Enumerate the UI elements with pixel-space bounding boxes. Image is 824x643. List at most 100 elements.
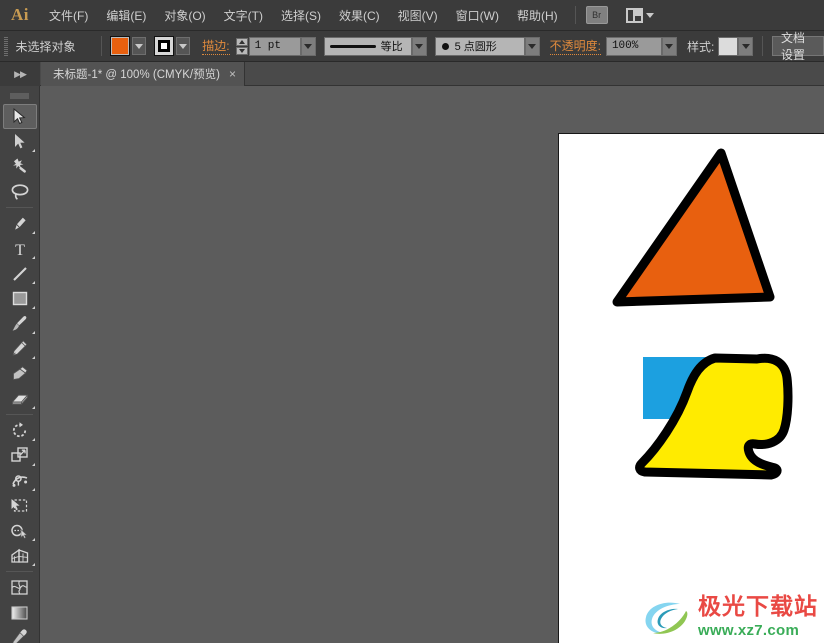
- menu-item-help[interactable]: 帮助(H): [508, 3, 567, 28]
- close-icon[interactable]: ×: [229, 67, 236, 81]
- scale-tool[interactable]: [3, 443, 37, 468]
- control-bar-grip[interactable]: [4, 36, 8, 56]
- gradient-tool[interactable]: [3, 600, 37, 625]
- direct-selection-tool[interactable]: [3, 129, 37, 154]
- menu-item-edit[interactable]: 编辑(E): [97, 3, 155, 28]
- collapse-panel-icon: ▶▶: [14, 68, 27, 79]
- eraser-tool[interactable]: [3, 386, 37, 411]
- watermark: 极光下载站 www.xz7.com: [640, 595, 818, 639]
- canvas-area[interactable]: [40, 86, 824, 643]
- arrange-documents-button[interactable]: [625, 7, 654, 23]
- pen-tool[interactable]: [3, 211, 37, 236]
- control-divider-2: [762, 36, 763, 56]
- illustrator-window: Ai 文件(F) 编辑(E) 对象(O) 文字(T) 选择(S) 效果(C) 视…: [0, 0, 824, 643]
- fill-color-swatch[interactable]: [110, 36, 131, 56]
- stroke-profile-control[interactable]: 等比: [323, 36, 427, 56]
- menu-item-window[interactable]: 窗口(W): [447, 3, 508, 28]
- control-bar: 未选择对象 描边: 1 pt 等比 5 点圆形 不透明度: 100% 样式: 文…: [0, 31, 824, 62]
- menu-divider: [574, 6, 576, 24]
- stroke-profile-preview[interactable]: 等比: [323, 36, 412, 56]
- orange-triangle[interactable]: [612, 148, 775, 307]
- menu-bar: Ai 文件(F) 编辑(E) 对象(O) 文字(T) 选择(S) 效果(C) 视…: [0, 0, 824, 31]
- width-tool[interactable]: [3, 468, 37, 493]
- stroke-color-control[interactable]: [154, 36, 191, 56]
- panel-collapse-button[interactable]: ▶▶: [0, 62, 40, 86]
- stroke-weight-stepper[interactable]: [235, 37, 248, 55]
- blob-brush-tool[interactable]: [3, 361, 37, 386]
- menu-item-view[interactable]: 视图(V): [389, 3, 447, 28]
- tools-divider: [6, 414, 33, 415]
- watermark-title: 极光下载站: [698, 594, 818, 620]
- graphic-style-control[interactable]: [718, 36, 754, 56]
- document-tab-title: 未标题-1* @ 100% (CMYK/预览): [53, 69, 220, 81]
- menu-item-object[interactable]: 对象(O): [155, 3, 214, 28]
- stroke-color-dropdown[interactable]: [176, 37, 191, 55]
- graphic-style-dropdown[interactable]: [738, 36, 754, 56]
- shape-builder-tool[interactable]: [3, 518, 37, 543]
- tool-flyout-indicator: [31, 281, 35, 284]
- eyedropper-tool[interactable]: [3, 625, 37, 643]
- free-transform-tool[interactable]: [3, 493, 37, 518]
- brush-definition-control[interactable]: 5 点圆形: [434, 36, 540, 56]
- tool-flyout-indicator: [31, 538, 35, 541]
- stroke-weight-control[interactable]: 1 pt: [235, 36, 316, 56]
- graphic-style-swatch[interactable]: [718, 36, 739, 56]
- document-tab[interactable]: 未标题-1* @ 100% (CMYK/预览) ×: [41, 62, 245, 86]
- control-divider: [100, 36, 102, 56]
- paintbrush-tool[interactable]: [3, 311, 37, 336]
- tool-flyout-indicator: [31, 563, 35, 566]
- rectangle-tool[interactable]: [3, 286, 37, 311]
- menu-item-type[interactable]: 文字(T): [215, 3, 272, 28]
- brush-definition-label: 5 点圆形: [454, 41, 497, 53]
- watermark-url: www.xz7.com: [698, 622, 800, 639]
- fill-color-dropdown[interactable]: [132, 37, 147, 55]
- brush-definition-preview[interactable]: 5 点圆形: [434, 36, 525, 56]
- tool-flyout-indicator: [31, 488, 35, 491]
- tools-divider: [6, 207, 33, 208]
- perspective-grid-tool[interactable]: [3, 543, 37, 568]
- bridge-icon[interactable]: Br: [585, 6, 608, 24]
- tool-flyout-indicator: [31, 406, 35, 409]
- tools-divider: [6, 571, 33, 572]
- mesh-tool[interactable]: [3, 575, 37, 600]
- fill-color-control[interactable]: [110, 36, 147, 56]
- document-tab-bar: ▶▶ 未标题-1* @ 100% (CMYK/预览) ×: [0, 62, 824, 86]
- stroke-profile-label: 等比: [380, 41, 403, 53]
- menu-item-select[interactable]: 选择(S): [272, 3, 330, 28]
- line-segment-tool[interactable]: [3, 261, 37, 286]
- type-tool[interactable]: T: [3, 236, 37, 261]
- tool-flyout-indicator: [31, 438, 35, 441]
- stroke-weight-label[interactable]: 描边:: [202, 37, 230, 55]
- selection-tool[interactable]: [2, 104, 37, 129]
- selection-status-label: 未选择对象: [15, 39, 76, 54]
- opacity-control[interactable]: 100%: [605, 36, 677, 56]
- tool-flyout-indicator: [31, 463, 35, 466]
- menu-item-file[interactable]: 文件(F): [40, 3, 97, 28]
- tool-flyout-indicator: [31, 256, 35, 259]
- opacity-dropdown[interactable]: [661, 36, 677, 56]
- tool-flyout-indicator: [31, 306, 35, 309]
- lasso-tool[interactable]: [3, 179, 37, 204]
- tool-flyout-indicator: [31, 331, 35, 334]
- stroke-color-swatch[interactable]: [154, 36, 175, 56]
- stroke-weight-dropdown[interactable]: [300, 36, 316, 56]
- brush-definition-dropdown[interactable]: [524, 36, 540, 56]
- stroke-weight-value[interactable]: 1 pt: [248, 36, 301, 56]
- tools-panel: T: [0, 86, 40, 643]
- artwork-group[interactable]: [559, 134, 824, 643]
- opacity-label[interactable]: 不透明度:: [549, 37, 601, 55]
- rotate-tool[interactable]: [3, 418, 37, 443]
- svg-text:T: T: [15, 242, 25, 258]
- style-label: 样式:: [686, 39, 715, 54]
- brush-dot-icon: [441, 42, 449, 50]
- stroke-profile-dropdown[interactable]: [411, 36, 427, 56]
- menu-item-effect[interactable]: 效果(C): [330, 3, 389, 28]
- opacity-value[interactable]: 100%: [605, 36, 662, 56]
- pencil-tool[interactable]: [3, 336, 37, 361]
- app-logo: Ai: [11, 5, 29, 24]
- tool-flyout-indicator: [31, 231, 35, 234]
- document-setup-button[interactable]: 文档设置: [771, 31, 824, 62]
- artboard[interactable]: [558, 133, 824, 643]
- tools-panel-grip[interactable]: [10, 90, 29, 102]
- magic-wand-tool[interactable]: [3, 154, 37, 179]
